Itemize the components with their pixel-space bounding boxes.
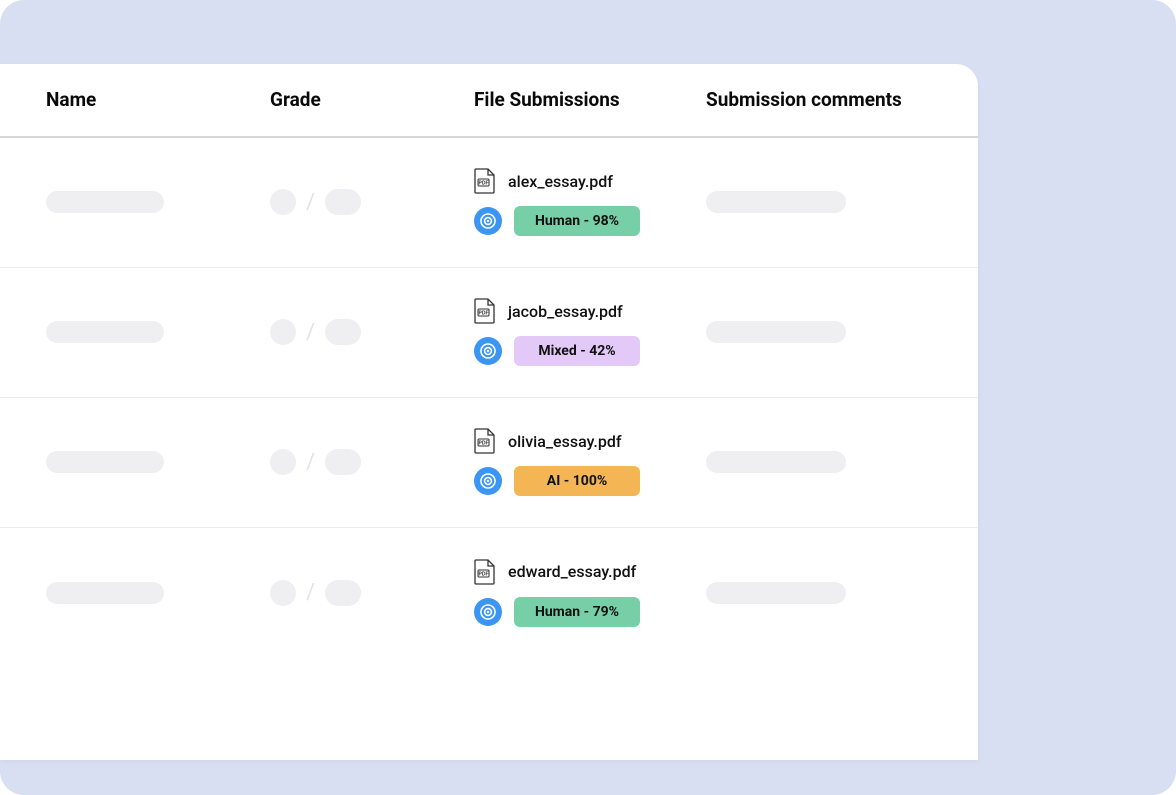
file-name: jacob_essay.pdf <box>508 302 623 321</box>
grade-placeholder-left <box>270 319 296 345</box>
file-link[interactable]: PDF alex_essay.pdf <box>474 168 706 194</box>
detection-logo-icon <box>474 337 502 365</box>
file-name: olivia_essay.pdf <box>508 432 622 451</box>
file-name: alex_essay.pdf <box>508 172 613 191</box>
comment-placeholder <box>706 451 846 473</box>
page-background: Name Grade File Submissions Submission c… <box>0 0 1176 795</box>
name-cell <box>46 582 270 604</box>
grade-separator: / <box>306 450 315 475</box>
table-row: / PDF jacob_essay.pdf <box>0 268 978 398</box>
col-header-submission-comments: Submission comments <box>706 88 978 112</box>
pdf-file-icon: PDF <box>474 559 496 585</box>
comments-cell <box>706 451 978 473</box>
table-row: / PDF olivia_essay.pdf <box>0 398 978 528</box>
name-cell <box>46 321 270 343</box>
name-placeholder <box>46 321 164 343</box>
name-cell <box>46 451 270 473</box>
grade-placeholder-right <box>325 189 361 215</box>
name-placeholder <box>46 582 164 604</box>
pdf-file-icon: PDF <box>474 168 496 194</box>
name-cell <box>46 191 270 213</box>
file-submissions-cell: PDF alex_essay.pdf <box>474 168 706 236</box>
table-body: / PDF alex_essay.pdf <box>0 138 978 658</box>
svg-text:PDF: PDF <box>479 441 489 447</box>
col-header-grade: Grade <box>270 88 474 112</box>
grade-placeholder-right <box>325 580 361 606</box>
comment-placeholder <box>706 321 846 343</box>
grade-separator: / <box>306 320 315 345</box>
file-link[interactable]: PDF edward_essay.pdf <box>474 559 706 585</box>
detection-result[interactable]: AI - 100% <box>474 466 706 496</box>
detection-logo-icon <box>474 207 502 235</box>
comments-cell <box>706 582 978 604</box>
grade-cell: / <box>270 189 474 215</box>
grade-placeholder-left <box>270 449 296 475</box>
file-submissions-cell: PDF olivia_essay.pdf <box>474 428 706 496</box>
file-link[interactable]: PDF olivia_essay.pdf <box>474 428 706 454</box>
detection-result[interactable]: Mixed - 42% <box>474 336 706 366</box>
pdf-file-icon: PDF <box>474 428 496 454</box>
grade-cell: / <box>270 319 474 345</box>
submissions-panel: Name Grade File Submissions Submission c… <box>0 64 978 760</box>
name-placeholder <box>46 451 164 473</box>
grade-separator: / <box>306 580 315 605</box>
grade-placeholder-right <box>325 449 361 475</box>
file-submissions-cell: PDF jacob_essay.pdf <box>474 298 706 366</box>
table-row: / PDF alex_essay.pdf <box>0 138 978 268</box>
col-header-name: Name <box>46 88 270 112</box>
svg-text:PDF: PDF <box>479 571 489 577</box>
grade-placeholder-right <box>325 319 361 345</box>
comment-placeholder <box>706 191 846 213</box>
name-placeholder <box>46 191 164 213</box>
detection-badge: Human - 98% <box>514 206 640 236</box>
col-header-file-submissions: File Submissions <box>474 88 706 112</box>
pdf-file-icon: PDF <box>474 298 496 324</box>
grade-placeholder-left <box>270 580 296 606</box>
detection-badge: AI - 100% <box>514 466 640 496</box>
detection-logo-icon <box>474 467 502 495</box>
comments-cell <box>706 191 978 213</box>
detection-badge: Human - 79% <box>514 597 640 627</box>
table-row: / PDF edward_essay.pdf <box>0 528 978 658</box>
file-link[interactable]: PDF jacob_essay.pdf <box>474 298 706 324</box>
svg-text:PDF: PDF <box>479 181 489 187</box>
detection-result[interactable]: Human - 98% <box>474 206 706 236</box>
file-name: edward_essay.pdf <box>508 562 636 581</box>
detection-logo-icon <box>474 598 502 626</box>
comments-cell <box>706 321 978 343</box>
file-submissions-cell: PDF edward_essay.pdf <box>474 559 706 627</box>
detection-badge: Mixed - 42% <box>514 336 640 366</box>
grade-cell: / <box>270 449 474 475</box>
detection-result[interactable]: Human - 79% <box>474 597 706 627</box>
grade-cell: / <box>270 580 474 606</box>
comment-placeholder <box>706 582 846 604</box>
grade-placeholder-left <box>270 189 296 215</box>
svg-text:PDF: PDF <box>479 311 489 317</box>
table-header-row: Name Grade File Submissions Submission c… <box>0 64 978 138</box>
grade-separator: / <box>306 190 315 215</box>
